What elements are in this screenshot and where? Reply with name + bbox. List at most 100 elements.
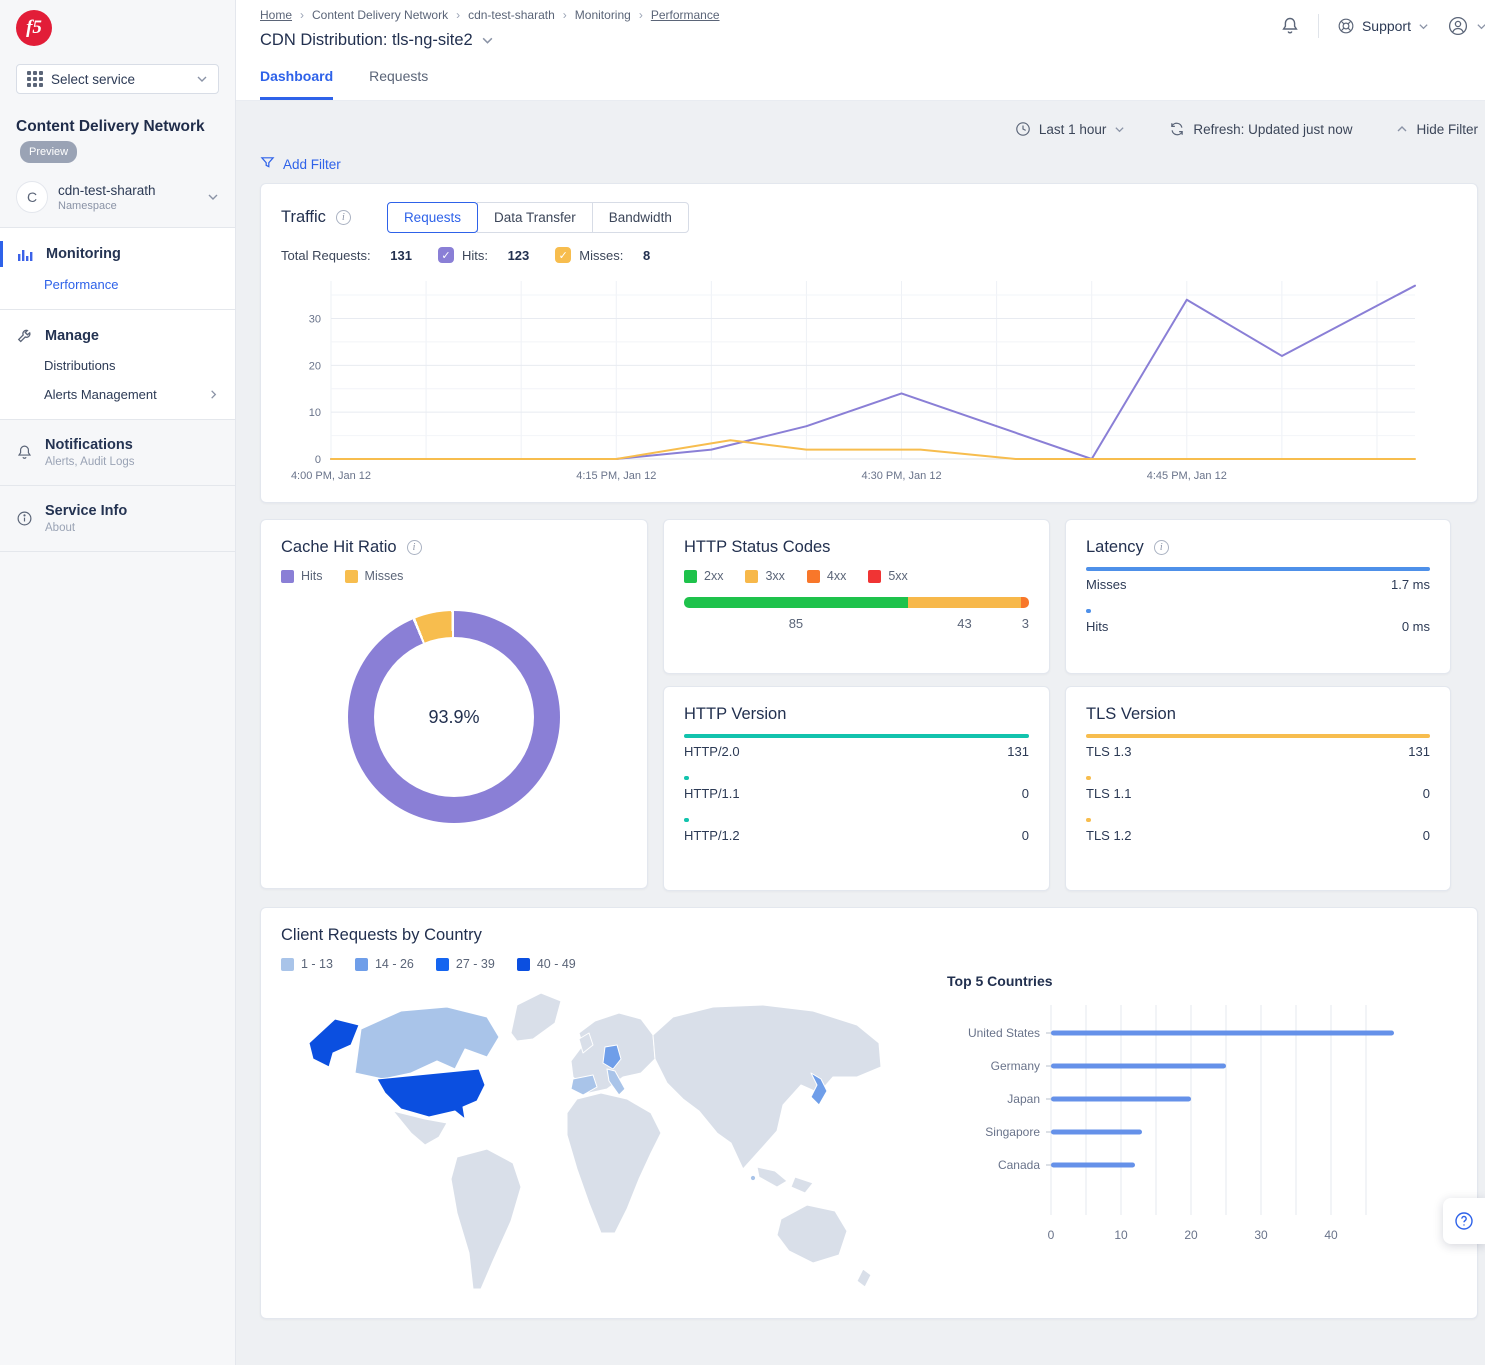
sidebar-manage-section: Manage Distributions Alerts Management xyxy=(0,309,235,419)
svg-text:10: 10 xyxy=(1114,1228,1128,1242)
breadcrumb-home[interactable]: Home xyxy=(260,8,292,22)
content: Last 1 hour Refresh: Updated just now H xyxy=(236,101,1485,1365)
chevron-down-icon[interactable] xyxy=(481,34,494,47)
breadcrumb-namespace[interactable]: cdn-test-sharath xyxy=(468,8,555,22)
chevron-down-icon xyxy=(196,73,208,85)
cache-hit-ratio-value: 93.9% xyxy=(428,707,479,728)
5xx-swatch xyxy=(868,570,881,583)
sidebar-item-performance[interactable]: Performance xyxy=(0,270,235,299)
preview-badge: Preview xyxy=(20,141,77,163)
sidebar-item-distributions[interactable]: Distributions xyxy=(0,351,235,380)
refresh-button[interactable]: Refresh: Updated just now xyxy=(1169,121,1352,137)
info-icon[interactable]: i xyxy=(1154,540,1169,555)
svg-text:4:30 PM, Jan 12: 4:30 PM, Jan 12 xyxy=(861,470,941,482)
breadcrumb-monitoring[interactable]: Monitoring xyxy=(575,8,631,22)
svg-text:30: 30 xyxy=(309,313,321,325)
misses-checkbox[interactable]: ✓ xyxy=(555,247,571,263)
tab-dashboard[interactable]: Dashboard xyxy=(260,68,333,100)
namespace-label: Namespace xyxy=(58,200,197,212)
sidebar-item-notifications[interactable]: Notifications Alerts, Audit Logs xyxy=(0,430,235,475)
hide-filter-toggle[interactable]: Hide Filter xyxy=(1396,122,1478,137)
traffic-tab-bandwidth[interactable]: Bandwidth xyxy=(592,202,689,233)
svg-text:30: 30 xyxy=(1254,1228,1268,1242)
info-icon[interactable]: i xyxy=(407,540,422,555)
status-values: 85433 xyxy=(684,616,1029,636)
cache-hit-ratio-card: Cache Hit Ratio i Hits Misses 93.9% xyxy=(260,519,648,889)
bar xyxy=(1086,609,1091,613)
sidebar-top: f5 Select service Content Delivery Netwo… xyxy=(0,0,235,227)
app-root: f5 Select service Content Delivery Netwo… xyxy=(0,0,1485,1365)
support-label: Support xyxy=(1362,18,1411,34)
status-segment-4xx xyxy=(1021,597,1029,608)
help-button[interactable] xyxy=(1443,1198,1485,1244)
chevron-down-icon xyxy=(207,191,219,203)
tier4-swatch xyxy=(517,958,530,971)
traffic-tab-data-transfer[interactable]: Data Transfer xyxy=(477,202,593,233)
svg-text:20: 20 xyxy=(309,360,321,372)
chevron-right-icon xyxy=(208,389,219,400)
bar xyxy=(684,818,689,822)
map-canada xyxy=(355,1007,499,1079)
misses-stat: ✓ Misses: 8 xyxy=(555,247,650,263)
status-bar xyxy=(684,597,1029,608)
total-requests-stat: Total Requests: 131 xyxy=(281,248,412,263)
bar-value: 0 ms xyxy=(1402,619,1430,634)
service-info-label: Service Info xyxy=(45,503,127,519)
hits-checkbox[interactable]: ✓ xyxy=(438,247,454,263)
sidebar: f5 Select service Content Delivery Netwo… xyxy=(0,0,236,1365)
sidebar-item-manage[interactable]: Manage xyxy=(0,320,235,351)
traffic-title: Traffic xyxy=(281,208,326,227)
refresh-icon xyxy=(1169,121,1185,137)
info-icon xyxy=(16,510,33,527)
select-service-dropdown[interactable]: Select service xyxy=(16,64,219,94)
chevron-down-icon xyxy=(1418,21,1429,32)
sidebar-item-alerts-management[interactable]: Alerts Management xyxy=(0,380,235,409)
chevron-down-icon xyxy=(1476,21,1485,32)
top5-bar-Singapore xyxy=(1051,1130,1142,1135)
bar-label: TLS 1.2 xyxy=(1086,828,1132,843)
bar-row-Misses: Misses1.7 ms xyxy=(1086,567,1430,592)
traffic-card: Traffic i Requests Data Transfer Bandwid… xyxy=(260,183,1478,503)
latency-list: Misses1.7 ms Hits 0 ms xyxy=(1066,557,1450,634)
2xx-swatch xyxy=(684,570,697,583)
traffic-tab-requests[interactable]: Requests xyxy=(387,202,478,233)
breadcrumb-cdn[interactable]: Content Delivery Network xyxy=(312,8,448,22)
namespace-selector[interactable]: C cdn-test-sharath Namespace xyxy=(16,181,219,213)
bar-label: Hits xyxy=(1086,619,1108,634)
traffic-hits-line xyxy=(331,286,1415,459)
bar xyxy=(1086,567,1430,571)
topbar: Home › Content Delivery Network › cdn-te… xyxy=(236,0,1485,101)
top5-bar-Canada xyxy=(1051,1163,1135,1168)
time-range-selector[interactable]: Last 1 hour xyxy=(1015,121,1126,137)
svg-text:Singapore: Singapore xyxy=(985,1125,1040,1139)
page-tabs: Dashboard Requests xyxy=(260,68,1485,100)
svg-text:4:00 PM, Jan 12: 4:00 PM, Jan 12 xyxy=(291,470,371,482)
status-segment-2xx xyxy=(684,597,908,608)
bar-label: HTTP/1.2 xyxy=(684,828,740,843)
add-filter-button[interactable]: Add Filter xyxy=(260,155,341,173)
breadcrumb-performance[interactable]: Performance xyxy=(651,8,720,22)
svg-text:40: 40 xyxy=(1324,1228,1338,1242)
bar-row-TLS 1.3: TLS 1.3131 xyxy=(1086,734,1430,759)
notifications-subtitle: Alerts, Audit Logs xyxy=(45,456,135,468)
status-segment-3xx xyxy=(908,597,1021,608)
map-alaska xyxy=(309,1019,359,1067)
f5-logo[interactable]: f5 xyxy=(16,10,52,46)
user-menu[interactable] xyxy=(1447,15,1485,37)
http-version-title: HTTP Version xyxy=(684,705,786,724)
bar-row-TLS 1.2: TLS 1.20 xyxy=(1086,818,1430,843)
question-mark-icon xyxy=(1454,1211,1474,1231)
sidebar-item-monitoring[interactable]: Monitoring xyxy=(0,238,235,270)
latency-title: Latency xyxy=(1086,538,1144,557)
svg-text:Germany: Germany xyxy=(991,1059,1040,1073)
bar-label: HTTP/2.0 xyxy=(684,744,740,759)
bar-value: 131 xyxy=(1408,744,1430,759)
http-status-codes-title: HTTP Status Codes xyxy=(684,538,830,557)
sidebar-item-service-info[interactable]: Service Info About xyxy=(0,496,235,541)
3xx-swatch xyxy=(745,570,758,583)
notifications-bell-icon[interactable] xyxy=(1280,16,1300,36)
select-service-label: Select service xyxy=(51,72,188,87)
tab-requests[interactable]: Requests xyxy=(369,68,428,100)
info-icon[interactable]: i xyxy=(336,210,351,225)
support-menu[interactable]: Support xyxy=(1337,17,1429,35)
